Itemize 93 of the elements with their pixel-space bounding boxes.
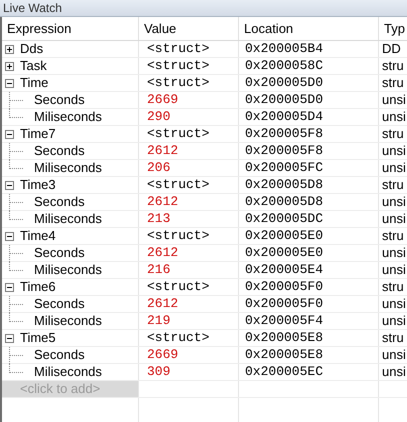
value-text: 2669 (147, 346, 178, 364)
location-text: 0x200005D8 (245, 176, 324, 194)
expression-text: Miliseconds (34, 312, 102, 330)
expression-text: Time3 (20, 176, 56, 194)
value-text: 290 (147, 108, 170, 126)
location-text: 0x200005F8 (245, 142, 324, 160)
value-text: 2612 (147, 295, 178, 314)
location-text: 0x200005FC (245, 159, 324, 178)
value-text: <struct> (147, 176, 210, 194)
location-text: 0x200005DC (245, 210, 324, 228)
location-text: 0x200005B4 (245, 40, 324, 58)
collapse-icon[interactable] (5, 130, 14, 138)
expression-text: Seconds (34, 244, 85, 262)
location-text: 0x200005E0 (245, 227, 324, 246)
type-text: stru (382, 75, 404, 91)
column-header[interactable]: Location (239, 17, 379, 40)
location-text: 0x200005EC (245, 363, 324, 382)
expression-text: Seconds (34, 346, 85, 364)
value-text: <struct> (147, 74, 210, 92)
location-text: 0x200005F8 (245, 125, 324, 144)
expression-text: Miliseconds (34, 363, 102, 382)
collapse-icon[interactable] (5, 334, 14, 342)
expression-text: Task (20, 57, 47, 76)
expression-text: Seconds (34, 91, 85, 110)
location-text: 0x200005E0 (245, 244, 324, 262)
expression-text: Time6 (20, 278, 56, 296)
expression-text: Miliseconds (34, 108, 102, 126)
location-text: 0x200005F4 (245, 312, 324, 330)
type-text: unsi (382, 160, 406, 176)
value-text: <struct> (147, 125, 210, 144)
expand-icon[interactable] (5, 44, 14, 54)
expression-text: Time4 (20, 227, 56, 246)
type-text: stru (382, 330, 404, 346)
type-text: stru (382, 228, 404, 244)
value-text: 216 (147, 261, 170, 280)
type-text: unsi (382, 364, 406, 380)
location-text: 0x200005E8 (245, 346, 324, 364)
type-text: unsi (382, 347, 406, 363)
value-text: <struct> (147, 329, 210, 348)
type-text: unsi (382, 313, 406, 329)
location-text: 0x200005D4 (245, 108, 324, 126)
expression-text: Miliseconds (34, 210, 102, 228)
type-text: unsi (382, 194, 406, 210)
type-text: unsi (382, 211, 406, 227)
type-text: DD (382, 41, 401, 57)
location-text: 0x200005D8 (245, 193, 324, 212)
expand-icon[interactable] (5, 62, 14, 70)
expression-text: Time5 (20, 329, 56, 348)
column-header[interactable]: Value (139, 17, 239, 40)
type-text: unsi (382, 262, 406, 278)
type-text: unsi (382, 245, 406, 261)
location-text: 0x200005D0 (245, 91, 324, 110)
type-text: stru (382, 58, 404, 74)
expression-text: Seconds (34, 142, 85, 160)
value-text: 309 (147, 363, 170, 382)
location-text: 0x200005E4 (245, 261, 324, 280)
location-text: 0x2000058C (245, 57, 324, 76)
value-text: <struct> (147, 40, 210, 58)
value-text: <struct> (147, 57, 210, 76)
location-text: 0x200005D0 (245, 74, 324, 92)
value-text: 2612 (147, 193, 178, 212)
expression-text: Time7 (20, 125, 56, 144)
type-text: stru (382, 279, 404, 295)
type-text: stru (382, 126, 404, 142)
location-text: 0x200005F0 (245, 295, 324, 314)
panel-title: Live Watch (3, 2, 62, 14)
column-header[interactable]: Expression (2, 17, 139, 40)
value-text: <struct> (147, 278, 210, 296)
type-text: unsi (382, 296, 406, 312)
expression-text: Time (20, 74, 48, 92)
collapse-icon[interactable] (5, 282, 14, 292)
expression-text: Seconds (34, 295, 85, 314)
type-text: unsi (382, 143, 406, 159)
expression-text: Seconds (34, 193, 85, 212)
location-text: 0x200005E8 (245, 329, 324, 348)
value-text: 206 (147, 159, 170, 178)
expression-text: Miliseconds (34, 261, 102, 280)
value-text: 2669 (147, 91, 178, 110)
type-text: unsi (382, 92, 406, 108)
value-text: <struct> (147, 227, 210, 246)
collapse-icon[interactable] (5, 180, 14, 190)
value-text: 213 (147, 210, 170, 228)
expression-text: Dds (20, 40, 44, 58)
collapse-icon[interactable] (5, 78, 14, 88)
value-text: 2612 (147, 244, 178, 262)
location-text: 0x200005F0 (245, 278, 324, 296)
value-text: 2612 (147, 142, 178, 160)
expression-text: Miliseconds (34, 159, 102, 178)
column-header[interactable]: Typ (379, 17, 407, 40)
type-text: stru (382, 177, 404, 193)
value-text: 219 (147, 312, 170, 330)
type-text: unsi (382, 109, 406, 125)
collapse-icon[interactable] (5, 232, 14, 240)
